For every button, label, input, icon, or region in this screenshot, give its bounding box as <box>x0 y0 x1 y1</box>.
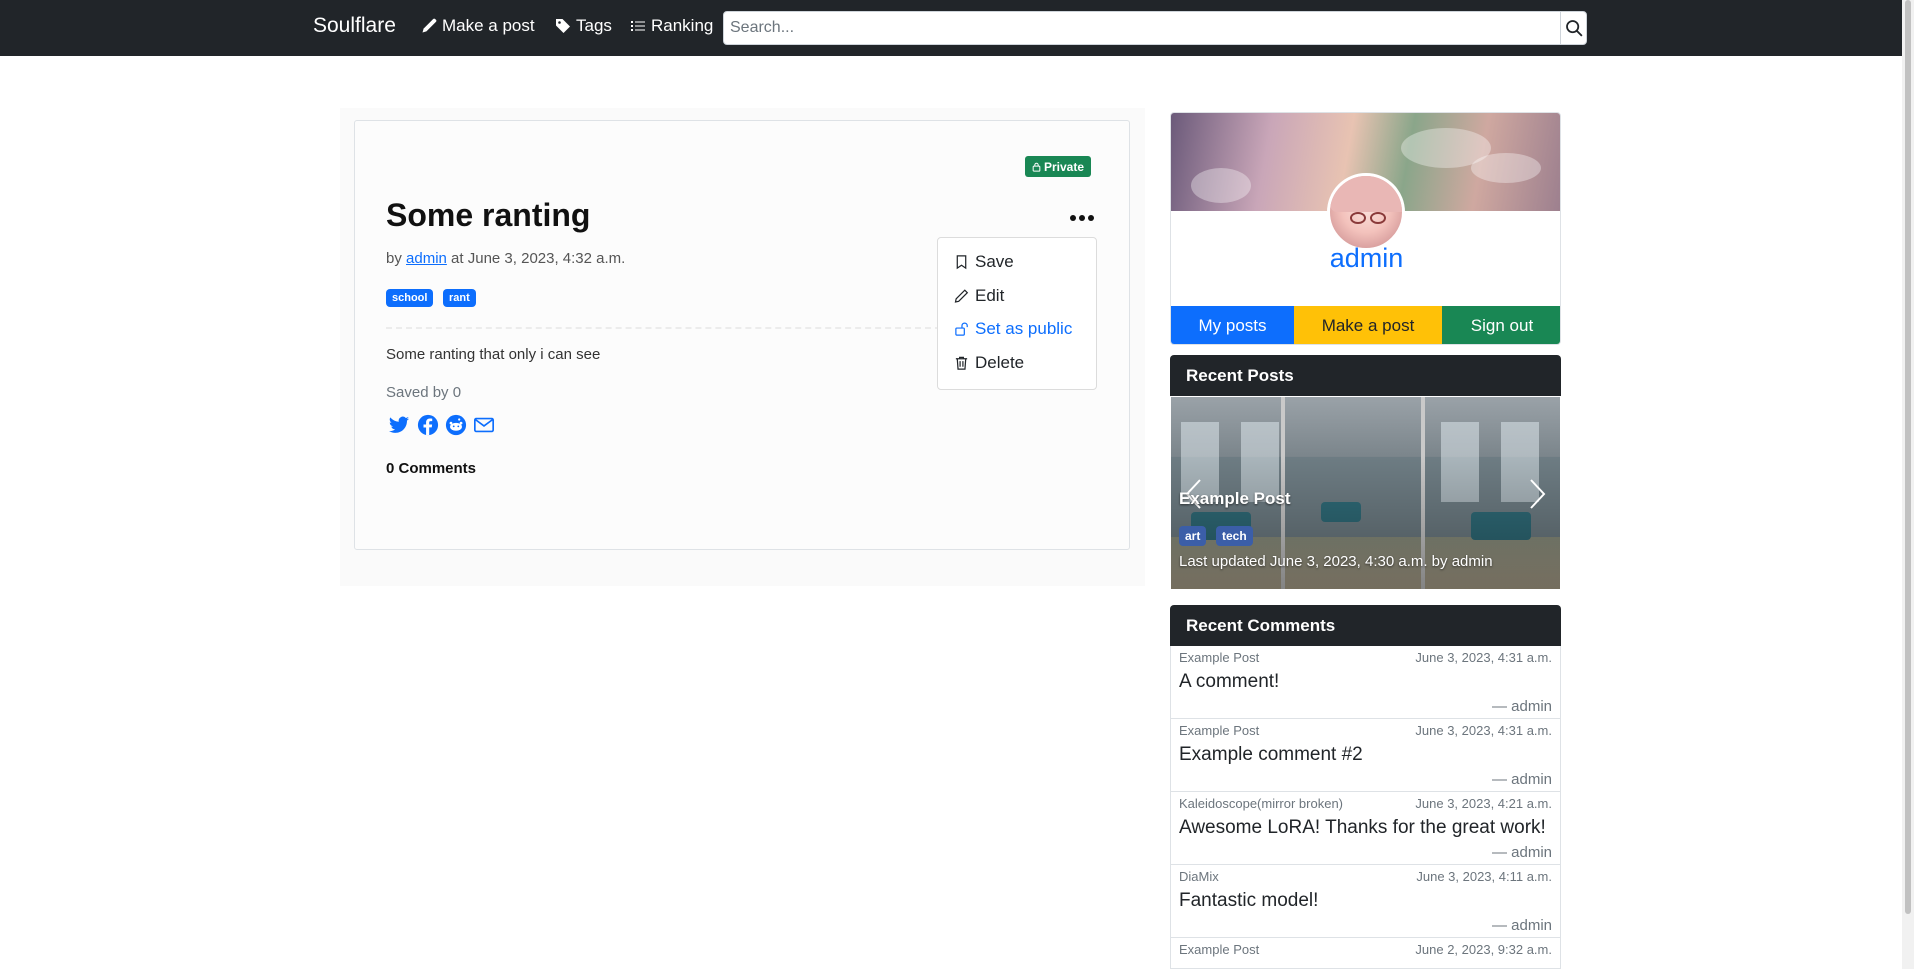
nav-ranking[interactable]: Ranking <box>630 16 713 36</box>
profile-card: admin My posts Make a post Sign out <box>1170 112 1561 345</box>
pencil-icon <box>954 289 969 303</box>
comment-text: A comment! <box>1179 671 1280 692</box>
avatar[interactable] <box>1327 173 1405 251</box>
comment-post-title: DiaMix <box>1179 869 1219 884</box>
search-icon <box>1565 20 1583 37</box>
dropdown-set-public[interactable]: Set as public <box>954 319 1072 339</box>
bookmark-icon <box>956 255 967 270</box>
nav-tags-label: Tags <box>576 16 612 35</box>
post-byline: by admin at June 3, 2023, 4:32 a.m. <box>386 250 625 267</box>
comment-date: June 3, 2023, 4:31 a.m. <box>1415 723 1552 738</box>
carousel-tag-tech[interactable]: tech <box>1216 526 1253 546</box>
twitter-share[interactable] <box>388 414 410 436</box>
byline-prefix: by <box>386 250 402 267</box>
comment-author: — admin <box>1491 698 1552 715</box>
nav-tags[interactable]: Tags <box>555 16 612 36</box>
make-post-button[interactable]: Make a post <box>1294 306 1442 344</box>
dropdown-edit-label: Edit <box>975 286 1005 305</box>
search-input[interactable] <box>723 11 1561 45</box>
recent-posts-carousel[interactable]: Example Post art tech Last updated June … <box>1171 397 1560 589</box>
post-options-dropdown: Save Edit Set as public Delete <box>937 237 1097 390</box>
carousel-post-title[interactable]: Example Post <box>1179 489 1291 509</box>
comment-date: June 3, 2023, 4:31 a.m. <box>1415 650 1552 665</box>
post-divider <box>386 327 941 329</box>
comment-author: — admin <box>1491 844 1552 861</box>
comment-date: June 3, 2023, 4:21 a.m. <box>1415 796 1552 811</box>
more-dot <box>1070 215 1076 221</box>
comment-date: June 3, 2023, 4:11 a.m. <box>1416 869 1552 884</box>
reddit-share[interactable] <box>445 414 467 436</box>
comment-item[interactable]: DiaMix June 3, 2023, 4:11 a.m. Fantastic… <box>1170 865 1561 938</box>
carousel-tag-art[interactable]: art <box>1179 526 1207 546</box>
saved-by-count: Saved by 0 <box>386 384 462 401</box>
comment-author: — admin <box>1491 917 1552 934</box>
dropdown-delete-label: Delete <box>975 353 1025 372</box>
pencil-icon <box>422 18 437 33</box>
twitter-icon <box>388 416 410 433</box>
dropdown-edit[interactable]: Edit <box>954 286 1004 306</box>
comment-author: — admin <box>1491 771 1552 788</box>
tag-school[interactable]: school <box>386 289 434 307</box>
comment-post-title: Kaleidoscope(mirror broken) <box>1179 796 1344 811</box>
brand-logo[interactable]: Soulflare <box>313 14 396 38</box>
list-icon <box>631 21 645 31</box>
recent-comments-header: Recent Comments <box>1170 605 1561 646</box>
private-badge: Private <box>1025 156 1092 177</box>
comment-post-title: Example Post <box>1179 723 1260 738</box>
facebook-icon <box>417 414 439 436</box>
facebook-share[interactable] <box>417 414 439 436</box>
post-body: Some ranting that only i can see <box>386 346 601 363</box>
tag-rant[interactable]: rant <box>443 289 476 307</box>
nav-make-post-label: Make a post <box>442 16 535 35</box>
comment-item[interactable]: Example Post June 2, 2023, 9:32 a.m. <box>1170 938 1561 969</box>
dropdown-set-public-label: Set as public <box>975 319 1073 338</box>
trash-icon <box>955 356 968 370</box>
envelope-icon <box>474 417 494 433</box>
my-posts-button[interactable]: My posts <box>1171 306 1294 344</box>
author-link[interactable]: admin <box>406 250 447 267</box>
unlock-icon <box>955 322 968 336</box>
carousel-next-button[interactable] <box>1526 477 1548 511</box>
post-title: Some ranting <box>386 197 591 233</box>
nav-ranking-label: Ranking <box>651 16 714 35</box>
post-date: at June 3, 2023, 4:32 a.m. <box>451 250 626 267</box>
dropdown-save-label: Save <box>975 252 1014 271</box>
comment-post-title: Example Post <box>1179 650 1260 665</box>
sign-out-button[interactable]: Sign out <box>1442 306 1560 344</box>
comment-item[interactable]: Example Post June 3, 2023, 4:31 a.m. Exa… <box>1170 719 1561 792</box>
dropdown-delete[interactable]: Delete <box>954 353 1024 373</box>
reddit-icon <box>445 414 467 436</box>
comment-date: June 2, 2023, 9:32 a.m. <box>1415 942 1552 957</box>
carousel-post-meta: Last updated June 3, 2023, 4:30 a.m. by … <box>1179 553 1493 570</box>
comment-text: Awesome LoRA! Thanks for the great work! <box>1179 817 1546 838</box>
comment-text: Fantastic model! <box>1179 890 1319 911</box>
comments-count: 0 Comments <box>386 460 477 477</box>
more-options-button[interactable] <box>1066 206 1098 230</box>
tag-icon <box>556 19 570 33</box>
chevron-right-icon <box>1530 479 1546 509</box>
recent-posts-header: Recent Posts <box>1170 355 1561 396</box>
more-dot <box>1088 215 1094 221</box>
dropdown-save[interactable]: Save <box>954 252 1014 272</box>
page-scrollbar[interactable] <box>1902 0 1914 969</box>
scrollbar-thumb[interactable] <box>1905 0 1911 914</box>
private-badge-label: Private <box>1044 159 1085 174</box>
comment-post-title: Example Post <box>1179 942 1260 957</box>
email-share[interactable] <box>473 414 495 436</box>
comment-item[interactable]: Kaleidoscope(mirror broken) June 3, 2023… <box>1170 792 1561 865</box>
lock-icon <box>1032 162 1041 172</box>
search-button[interactable] <box>1560 11 1587 45</box>
navbar: Soulflare Make a post Tags Ranking <box>0 0 1902 56</box>
comment-text: Example comment #2 <box>1179 744 1363 765</box>
nav-make-post[interactable]: Make a post <box>421 16 535 36</box>
more-dot <box>1079 215 1085 221</box>
profile-name[interactable]: admin <box>1171 243 1560 274</box>
comment-item[interactable]: Example Post June 3, 2023, 4:31 a.m. A c… <box>1170 646 1561 719</box>
